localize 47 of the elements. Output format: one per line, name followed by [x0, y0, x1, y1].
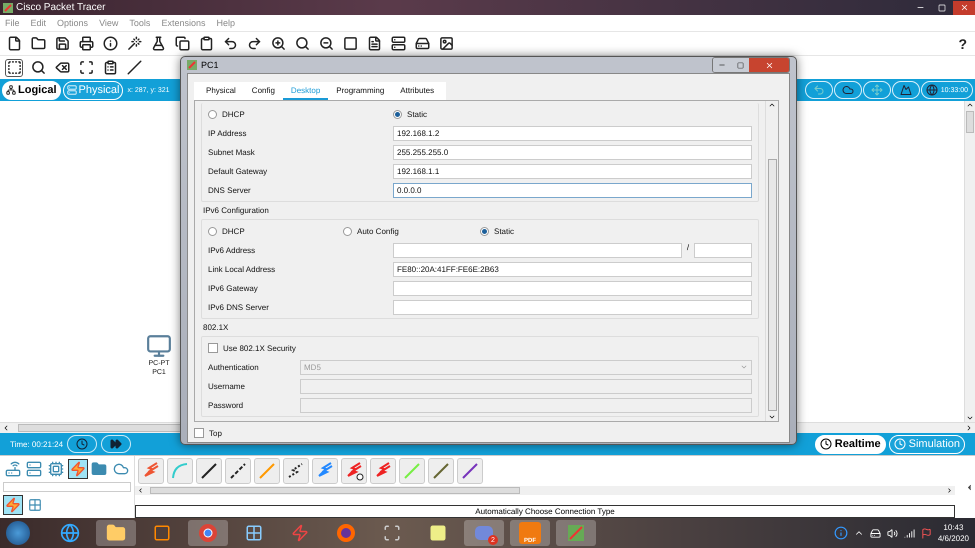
field-label: Authentication — [208, 362, 260, 372]
mode-tab[interactable]: Realtime — [814, 434, 886, 454]
menu-item[interactable]: Extensions — [161, 18, 206, 28]
field-label: IPv6 Address — [208, 246, 256, 254]
input-field[interactable]: 0.0.0.0 — [393, 182, 752, 198]
dialog-title: PC1 — [201, 60, 219, 70]
tray-date: 4/6/2020 — [938, 533, 969, 544]
menu-item[interactable]: Tools — [129, 18, 150, 28]
section-title: IPv6 Configuration — [203, 206, 270, 215]
window-title: Cisco Packet Tracer — [16, 2, 106, 13]
field-label: DNS Server — [208, 186, 252, 194]
field-label: Link Local Address — [208, 264, 276, 274]
simulation-time: Time: 00:21:24 — [10, 440, 64, 448]
separator-text: / — [686, 242, 690, 254]
menu-item[interactable]: Help — [216, 18, 235, 28]
menu-item[interactable]: Edit — [30, 18, 46, 28]
field-label: Subnet Mask — [208, 148, 256, 156]
workspace-tab[interactable]: Logical — [2, 80, 61, 100]
status-text: Automatically Choose Connection Type — [135, 505, 955, 518]
field-label: IP Address — [208, 128, 248, 138]
menu-item[interactable]: File — [5, 18, 20, 28]
menu-item[interactable]: Options — [57, 18, 88, 28]
tab[interactable]: Programming — [328, 82, 392, 100]
field-label: Default Gateway — [208, 166, 268, 176]
radio-button[interactable]: Auto Config — [343, 226, 480, 236]
menu-item[interactable]: View — [99, 18, 118, 28]
radio-button[interactable]: DHCP — [208, 110, 393, 118]
tray-time: 10:43 — [943, 522, 964, 533]
input-field[interactable]: 255.255.255.0 — [393, 144, 752, 160]
tab[interactable]: Physical — [198, 82, 244, 100]
field-label: IPv6 Gateway — [208, 284, 259, 292]
input-field[interactable]: 192.168.1.1 — [393, 164, 752, 178]
help-button[interactable]: ? — [958, 36, 967, 52]
field-label: IPv6 DNS Server — [208, 302, 270, 312]
tab[interactable]: Attributes — [392, 82, 442, 100]
input-field[interactable]: FE80::20A:41FF:FE6E:2B63 — [393, 262, 752, 276]
radio-button[interactable]: Static — [393, 110, 752, 118]
input-field[interactable]: 192.168.1.2 — [393, 126, 752, 140]
field-label: Password — [208, 400, 244, 410]
tab[interactable]: Config — [244, 82, 283, 100]
section-title: 802.1X — [203, 323, 230, 332]
dropdown-value: MD5 — [304, 362, 321, 372]
checkbox[interactable]: Top — [194, 428, 779, 438]
checkbox[interactable]: Use 802.1X Security — [208, 340, 752, 356]
field-label: Username — [208, 382, 246, 390]
radio-button[interactable]: DHCP — [208, 226, 343, 236]
radio-button[interactable]: Static — [480, 226, 752, 236]
